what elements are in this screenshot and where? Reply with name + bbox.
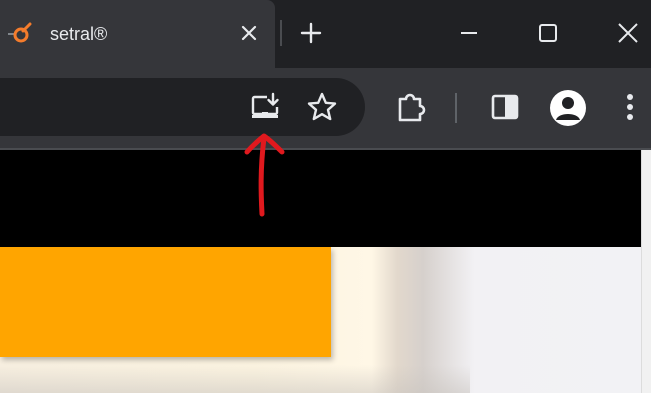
new-tab-plus-icon[interactable] [298,20,324,46]
window-close-icon[interactable] [613,18,643,48]
tab-title: setral® [50,24,108,44]
more-vert-icon[interactable] [613,90,647,124]
install-app-icon[interactable] [249,90,283,124]
browser-tab[interactable]: setral® [0,0,275,68]
side-panel-icon[interactable] [488,90,522,124]
address-bar[interactable] [0,78,365,136]
tab-strip: setral® [0,0,651,68]
minimize-icon[interactable] [454,18,484,48]
annotation-arrow [244,133,285,217]
page-scrollbar[interactable] [641,150,651,393]
profile-avatar[interactable] [550,90,586,126]
page-header-band [0,150,641,247]
maximize-icon[interactable] [533,18,563,48]
extensions-puzzle-icon[interactable] [394,90,428,124]
tab-close-icon[interactable] [238,22,260,44]
page-viewport [0,150,651,393]
orange-card [0,247,331,357]
hero-bottom-shade [0,365,470,393]
toolbar-separator [455,93,457,123]
avatar-icon [556,97,580,120]
browser-toolbar [0,68,651,148]
setral-logo-icon [8,22,32,43]
bookmark-star-icon[interactable] [305,90,339,124]
tab-separator [280,20,282,46]
